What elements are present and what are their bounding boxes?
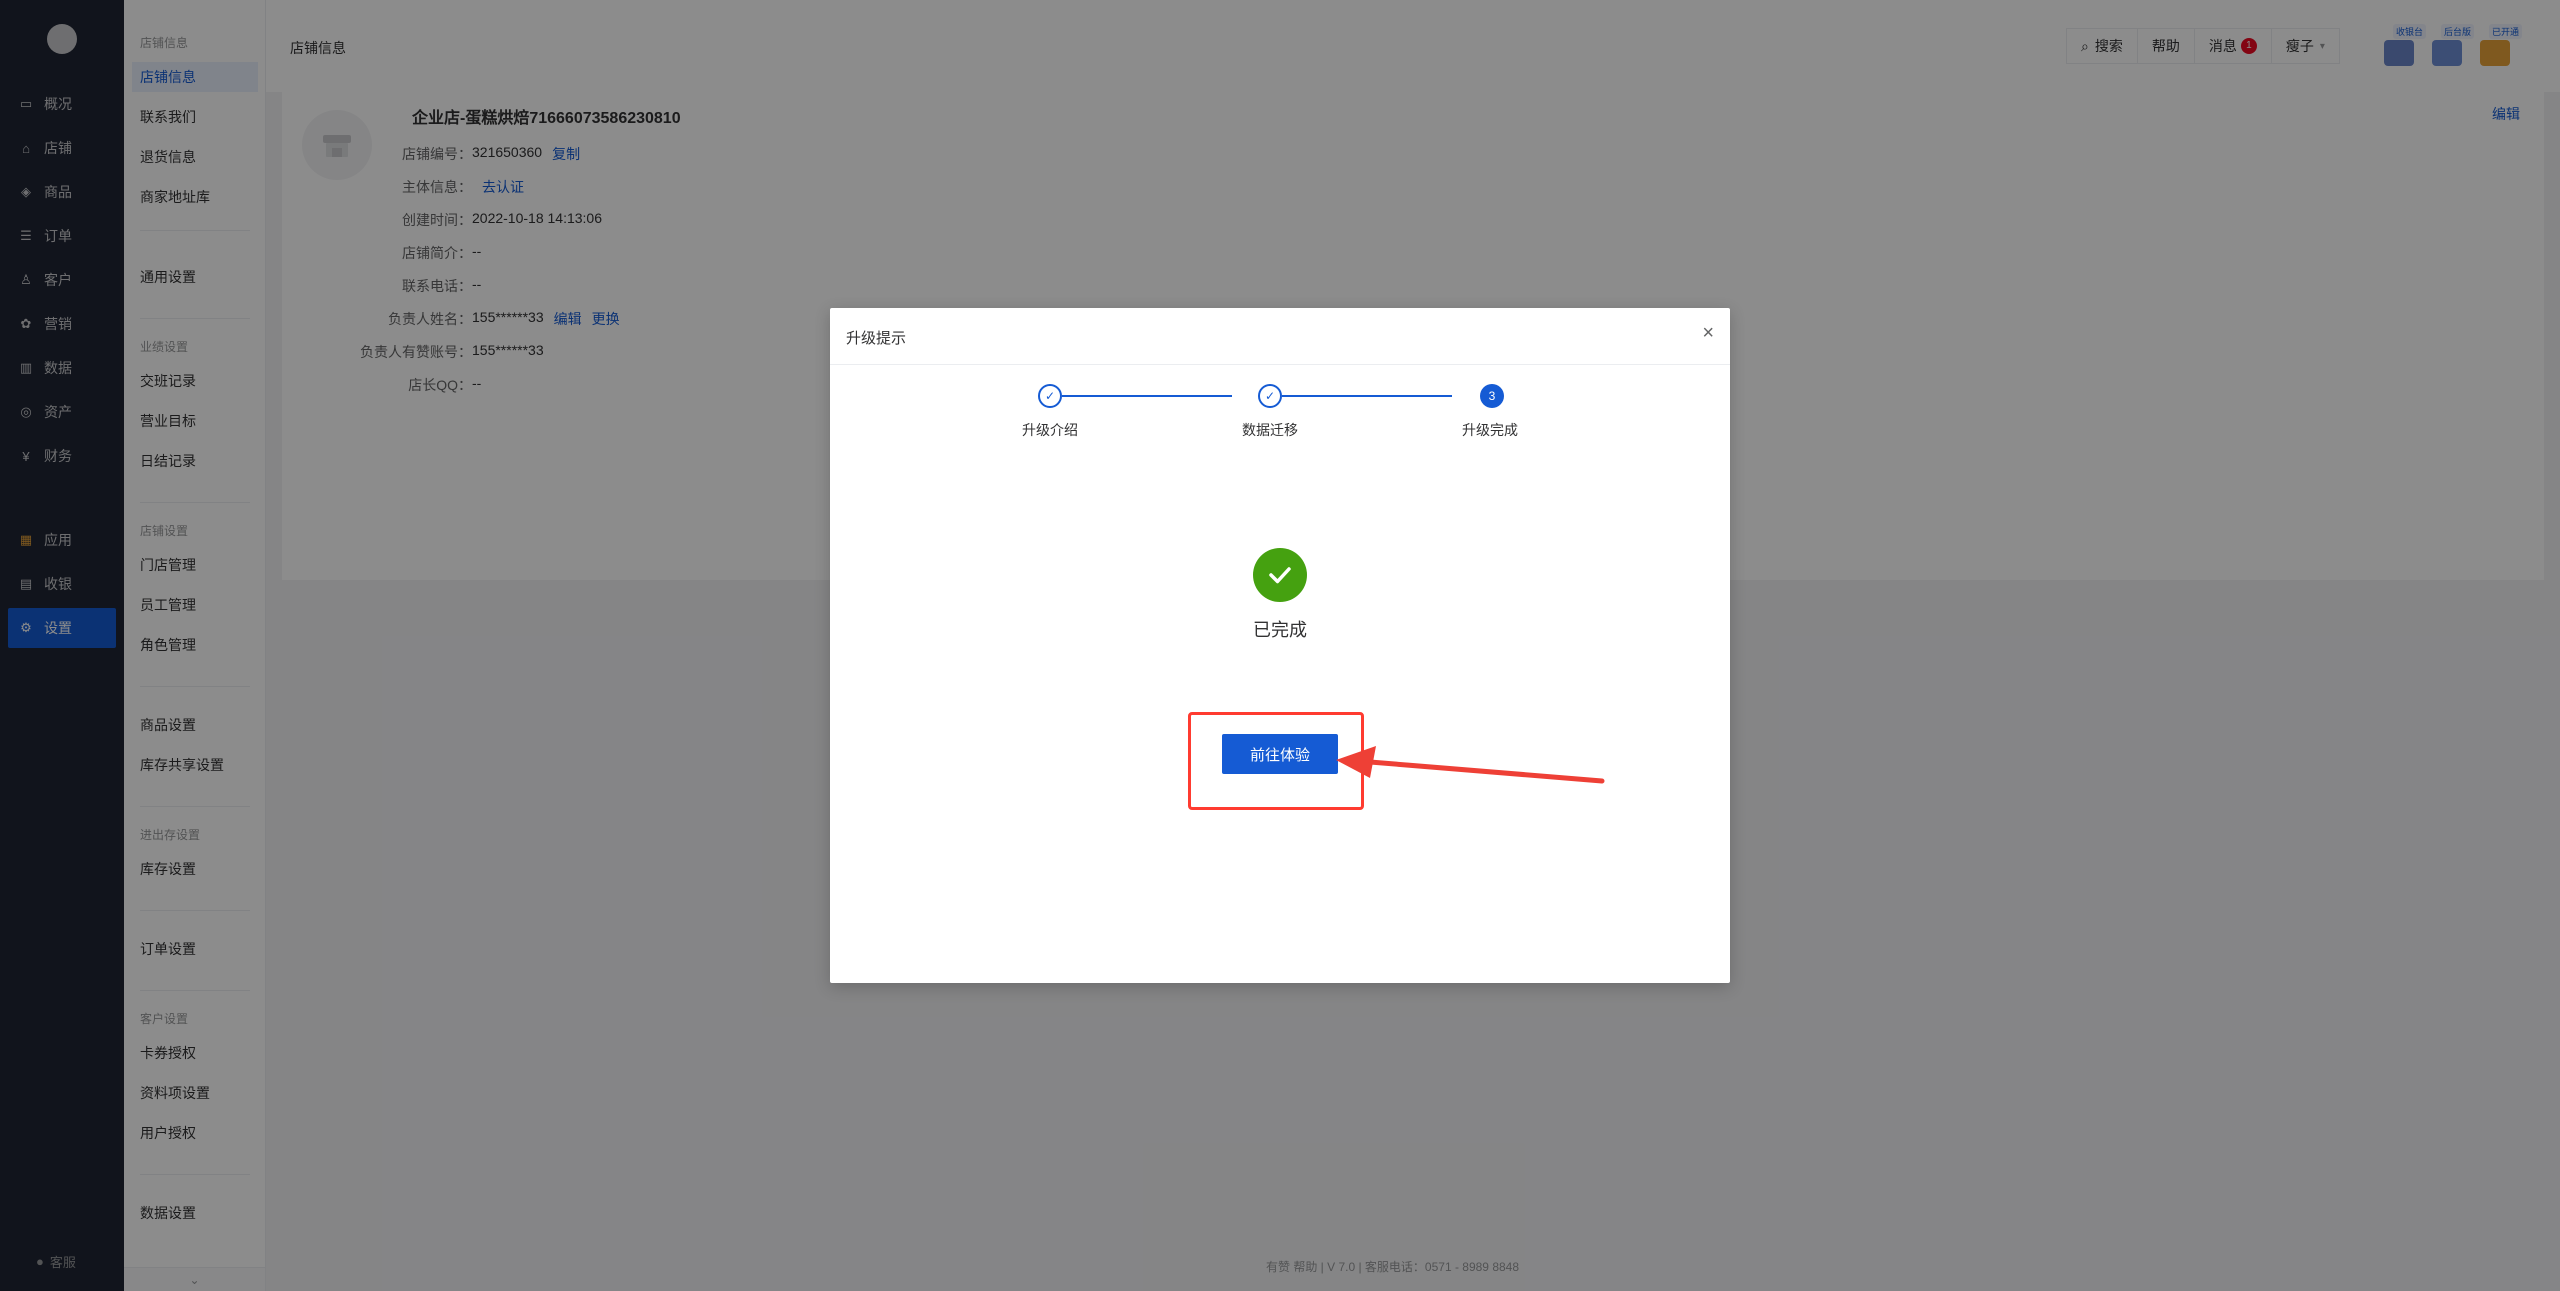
close-icon[interactable]: × [1702,322,1714,345]
step-1-label: 升级介绍 [1022,422,1078,438]
step-2-check-icon: ✓ [1258,384,1282,408]
step-connector [1062,395,1232,397]
dialog-header: 升级提示 × [830,308,1730,365]
upgrade-steps: ✓ 升级介绍 ✓ 数据迁移 3 升级完成 [830,384,1730,454]
step-2-label: 数据迁移 [1242,422,1298,438]
upgrade-dialog: 升级提示 × ✓ 升级介绍 ✓ 数据迁移 3 升级完成 已完成 前往体验 [830,308,1730,983]
step-3-number: 3 [1480,384,1504,408]
dialog-title: 升级提示 [846,330,907,347]
result-block: 已完成 [830,548,1730,642]
step-connector [1282,395,1452,397]
success-check-icon [1253,548,1307,602]
annotation-arrow [1336,746,1605,784]
result-text: 已完成 [1253,620,1307,640]
step-3-label: 升级完成 [1462,422,1518,438]
go-experience-button[interactable]: 前往体验 [1222,734,1338,774]
step-1-check-icon: ✓ [1038,384,1062,408]
